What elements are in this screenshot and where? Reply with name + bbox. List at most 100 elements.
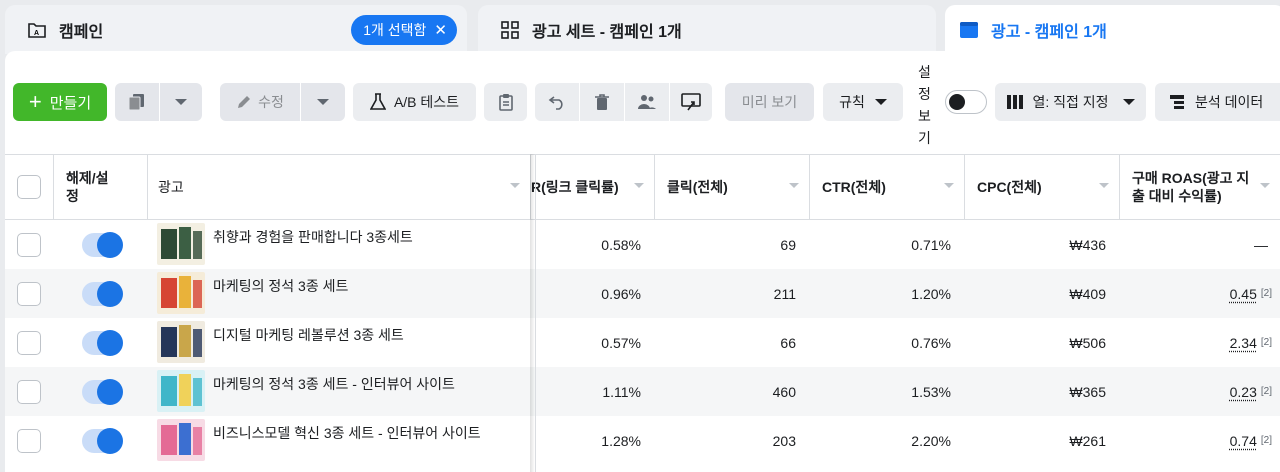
export-button[interactable] (669, 83, 712, 121)
setting-toggle[interactable] (945, 90, 987, 114)
delivery-toggle[interactable] (82, 427, 123, 454)
ad-thumbnail[interactable] (157, 321, 205, 363)
clipboard-button[interactable] (484, 83, 527, 121)
table-row[interactable]: 마케팅의 정석 3종 세트 - 인터뷰어 사이트 1.11% 460 1.53%… (5, 367, 1280, 416)
delete-button[interactable] (579, 83, 624, 121)
link-ctr-cell: 0.58% (601, 236, 641, 253)
pencil-icon (236, 94, 252, 110)
delivery-toggle[interactable] (82, 378, 123, 405)
cpc-cell: ₩409 (1069, 285, 1106, 302)
header-roas[interactable]: 구매 ROAS(광고 지출 대비 수익률) (1120, 155, 1280, 219)
breakdown-button[interactable]: 분석 데이터 (1155, 83, 1280, 121)
edit-button[interactable]: 수정 (220, 83, 300, 121)
level-tabs: A 캠페인 1개 선택함 ✕ 광고 세트 - 캠페인 1개 광고 - 캠페인 1… (0, 0, 1280, 56)
chevron-down-icon (1122, 99, 1135, 105)
row-checkbox[interactable] (17, 281, 41, 306)
ad-thumbnail[interactable] (157, 370, 205, 412)
clipboard-icon (498, 93, 514, 111)
ad-thumbnail-cell (157, 367, 213, 416)
table-row[interactable]: 비즈니스모델 혁신 3종 세트 - 인터뷰어 사이트 1.28% 203 2.2… (5, 416, 1280, 465)
ad-thumbnail-cell (157, 416, 213, 465)
header-toggle[interactable]: 해제/설정 (54, 155, 148, 219)
tab-campaigns-label: 캠페인 (59, 23, 104, 41)
table-row[interactable]: 취향과 경험을 판매합니다 3종세트 0.58% 69 0.71% ₩436 — (5, 220, 1280, 269)
row-checkbox-cell (17, 367, 41, 416)
toggle-knob (97, 378, 123, 405)
frozen-column-shadow (530, 154, 536, 472)
header-cpc[interactable]: CPC(전체) (965, 155, 1120, 219)
sort-icon (510, 183, 520, 188)
clicks-cell: 66 (780, 334, 796, 351)
roas-value[interactable]: 2.34 (1230, 335, 1257, 351)
link-ctr-cell: 1.11% (602, 383, 641, 400)
row-checkbox[interactable] (17, 330, 41, 355)
table-row[interactable]: 마케팅의 정석 3종 세트 0.96% 211 1.20% ₩409 0.45 … (5, 269, 1280, 318)
create-button-label: 만들기 (49, 94, 92, 112)
ad-thumbnail[interactable] (157, 419, 205, 461)
clicks-cell: 69 (780, 236, 796, 253)
selection-pill-label: 1개 선택함 (363, 22, 427, 38)
ad-name[interactable]: 마케팅의 정석 3종 세트 (213, 276, 348, 296)
row-toggle-cell (82, 318, 123, 367)
create-button[interactable]: + 만들기 (13, 83, 107, 121)
roas-footnote: [2] (1260, 435, 1272, 446)
tab-campaigns[interactable]: A 캠페인 1개 선택함 ✕ (5, 5, 467, 54)
table-body: 취향과 경험을 판매합니다 3종세트 0.58% 69 0.71% ₩436 —… (5, 220, 1280, 472)
ad-name[interactable]: 디지털 마케팅 레볼루션 3종 세트 (213, 325, 404, 345)
row-checkbox[interactable] (17, 232, 41, 257)
columns-label: 열: 직접 지정 (1032, 94, 1109, 110)
audience-button[interactable] (624, 83, 669, 121)
columns-button[interactable]: 열: 직접 지정 (995, 83, 1146, 121)
selection-pill[interactable]: 1개 선택함 ✕ (351, 15, 457, 45)
toggle-knob (97, 427, 123, 454)
table-row[interactable]: 디지털 마케팅 레볼루션 3종 세트 0.57% 66 0.76% ₩506 2… (5, 318, 1280, 367)
ad-name[interactable]: 취향과 경험을 판매합니다 3종세트 (213, 227, 413, 247)
select-all-cell (5, 155, 54, 219)
delivery-toggle[interactable] (82, 329, 123, 356)
tab-ads[interactable]: 광고 - 캠페인 1개 (945, 5, 1280, 54)
duplicate-dropdown[interactable] (159, 83, 202, 121)
roas-value[interactable]: 0.45 (1230, 286, 1257, 302)
ad-name[interactable]: 비즈니스모델 혁신 3종 세트 - 인터뷰어 사이트 (213, 423, 481, 443)
ctr-cell: 2.20% (911, 432, 951, 449)
roas-value[interactable]: 0.23 (1230, 384, 1257, 400)
ad-thumbnail[interactable] (157, 272, 205, 314)
ab-test-button[interactable]: A/B 테스트 (353, 83, 476, 121)
row-checkbox[interactable] (17, 379, 41, 404)
sort-icon (634, 183, 644, 188)
sort-icon (789, 183, 799, 188)
header-ctr-label: CTR(전체) (822, 179, 886, 195)
preview-button[interactable]: 미리 보기 (725, 83, 814, 121)
delivery-toggle[interactable] (82, 280, 123, 307)
trash-icon (594, 93, 610, 111)
roas-footnote: [2] (1260, 386, 1272, 397)
row-checkbox-cell (17, 220, 41, 269)
delivery-toggle[interactable] (82, 231, 123, 258)
roas-value[interactable]: 0.74 (1230, 433, 1257, 449)
ad-name[interactable]: 마케팅의 정석 3종 세트 - 인터뷰어 사이트 (213, 374, 455, 394)
edit-dropdown[interactable] (300, 83, 345, 121)
plus-icon: + (28, 89, 42, 114)
header-link-ctr-label: R(링크 클릭률) (531, 179, 619, 195)
cpc-cell: ₩436 (1069, 236, 1106, 253)
breakdown-icon (1169, 94, 1185, 110)
ad-thumbnail[interactable] (157, 223, 205, 265)
ad-thumbnail-cell (157, 220, 213, 269)
undo-icon (548, 94, 566, 110)
duplicate-button[interactable] (115, 83, 159, 121)
row-checkbox[interactable] (17, 428, 41, 453)
select-all-checkbox[interactable] (17, 175, 41, 199)
header-clicks[interactable]: 클릭(전체) (655, 155, 810, 219)
toggle-knob (97, 280, 123, 307)
link-ctr-cell: 1.28% (601, 432, 641, 449)
ctr-cell: 1.20% (911, 285, 951, 302)
header-ctr[interactable]: CTR(전체) (810, 155, 965, 219)
row-checkbox-cell (17, 416, 41, 465)
undo-button[interactable] (535, 83, 579, 121)
close-icon[interactable]: ✕ (434, 21, 447, 39)
tab-adsets[interactable]: 광고 세트 - 캠페인 1개 (478, 5, 936, 54)
header-ad[interactable]: 광고 (148, 155, 531, 219)
header-link-ctr[interactable]: R(링크 클릭률) (531, 155, 655, 219)
rules-button[interactable]: 규칙 (823, 83, 903, 121)
roas-footnote: [2] (1260, 337, 1272, 348)
